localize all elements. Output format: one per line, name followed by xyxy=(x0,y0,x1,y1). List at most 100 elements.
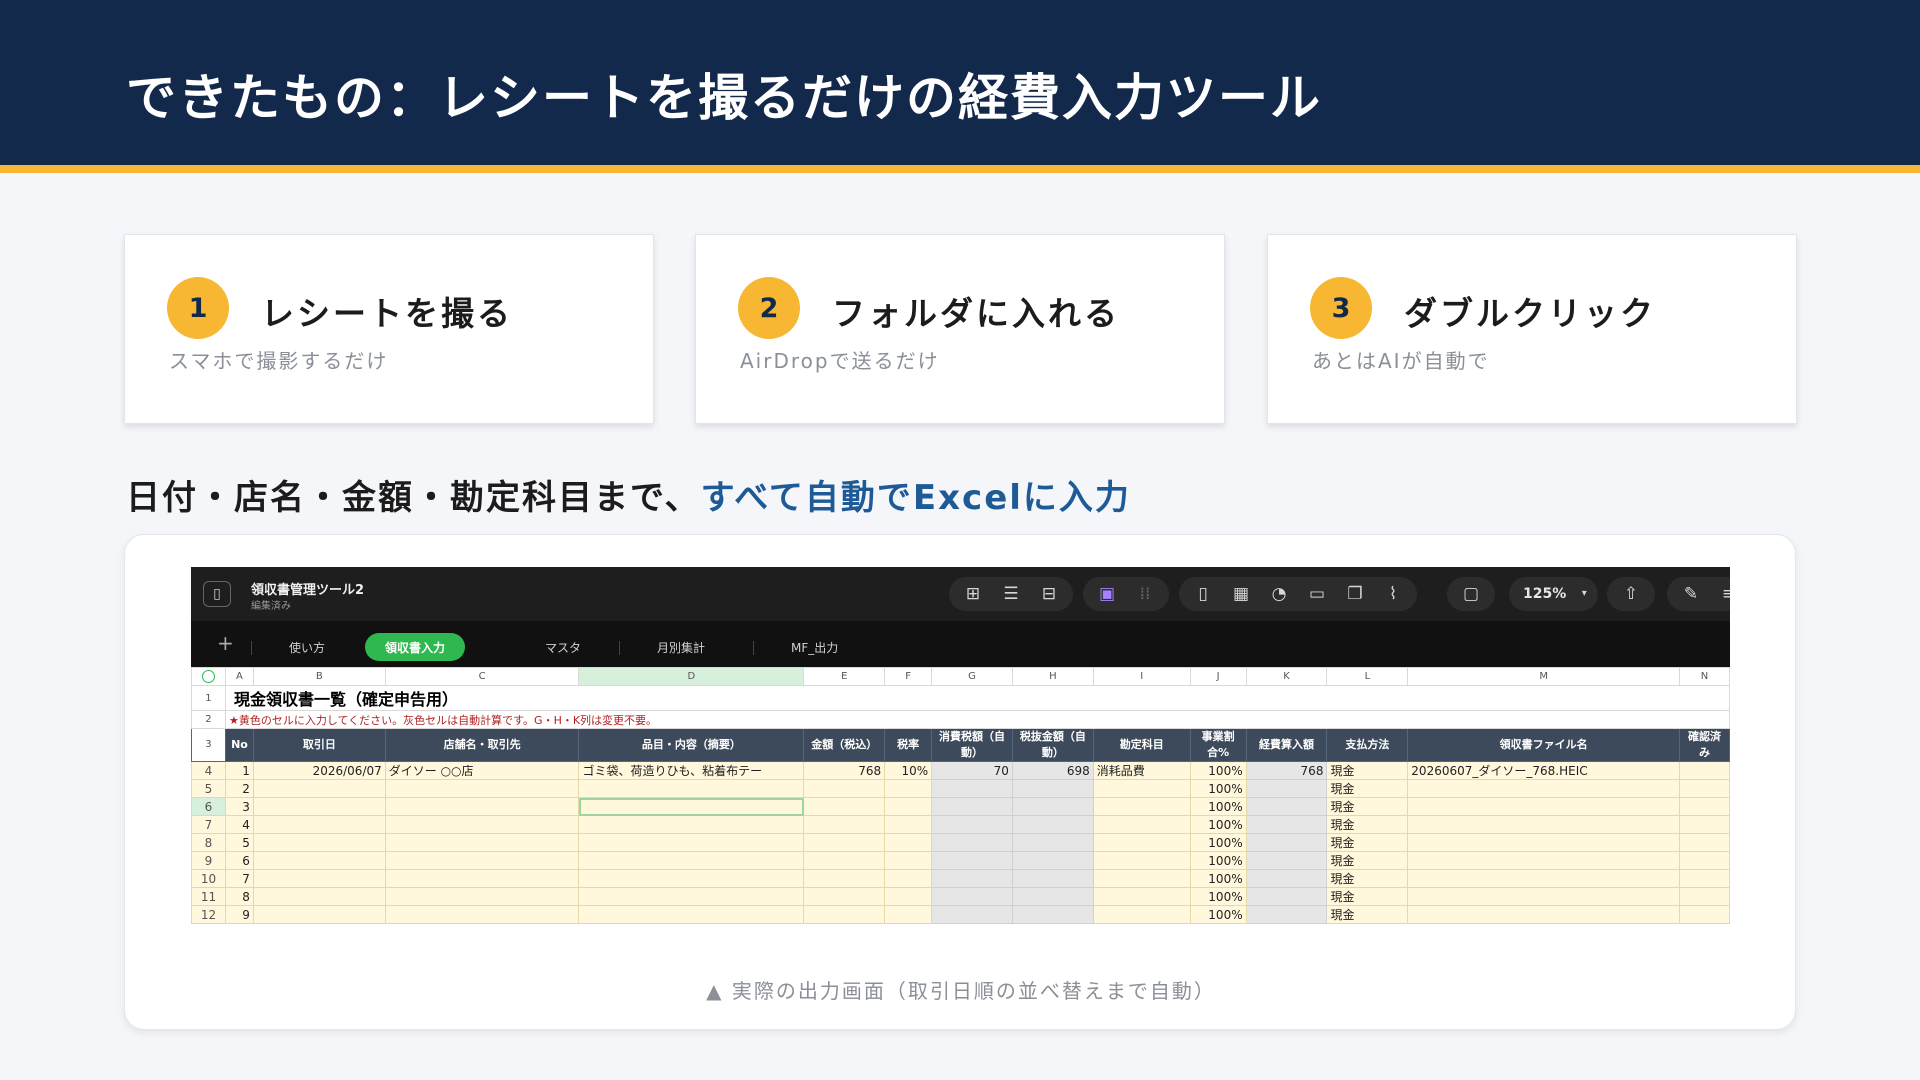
cell-payment[interactable]: 現金 xyxy=(1326,815,1409,834)
cell-no[interactable]: 1 xyxy=(224,761,254,780)
cell-amount[interactable] xyxy=(803,869,886,888)
cell-net[interactable]: 698 xyxy=(1011,761,1094,780)
cell-file[interactable] xyxy=(1407,833,1681,852)
cell-store[interactable] xyxy=(384,833,580,852)
column-header[interactable]: G xyxy=(931,667,1013,686)
column-header[interactable]: J xyxy=(1189,667,1247,686)
cell-account[interactable] xyxy=(1092,851,1191,870)
cell-tax-rate[interactable] xyxy=(884,869,933,888)
cell-ratio[interactable]: 100% xyxy=(1189,887,1247,906)
cell-expense[interactable] xyxy=(1245,887,1328,906)
cell-store[interactable]: ダイソー ○○店 xyxy=(384,761,580,780)
cell-date[interactable] xyxy=(252,815,386,834)
column-header[interactable]: N xyxy=(1679,667,1730,686)
cell-file[interactable] xyxy=(1407,851,1681,870)
cell-store[interactable] xyxy=(384,797,580,816)
cell-store[interactable] xyxy=(384,851,580,870)
cell-date[interactable] xyxy=(252,905,386,924)
column-header[interactable]: D xyxy=(578,667,805,686)
cell-tax-rate[interactable] xyxy=(884,815,933,834)
cell-expense[interactable] xyxy=(1245,779,1328,798)
header-account[interactable]: 勘定科目 xyxy=(1092,728,1191,762)
cell-expense[interactable] xyxy=(1245,869,1328,888)
cell-confirmed[interactable] xyxy=(1679,869,1730,888)
row-number[interactable]: 9 xyxy=(191,851,226,870)
cell-ratio[interactable]: 100% xyxy=(1189,815,1247,834)
cell-tax-rate[interactable] xyxy=(884,833,933,852)
header-confirmed[interactable]: 確認済み xyxy=(1679,728,1730,762)
cell-account[interactable]: 消耗品費 xyxy=(1092,761,1191,780)
share-icon[interactable]: ⇧ xyxy=(1615,580,1647,608)
cell-store[interactable] xyxy=(384,869,580,888)
column-header[interactable]: B xyxy=(252,667,386,686)
cell-confirmed[interactable] xyxy=(1679,905,1730,924)
row-number[interactable]: 8 xyxy=(191,833,226,852)
shapes-icon[interactable]: ❐ xyxy=(1339,580,1371,608)
row-number[interactable]: 5 xyxy=(191,779,226,798)
bottle-icon[interactable]: ▯ xyxy=(1187,580,1219,608)
cell-date[interactable] xyxy=(252,869,386,888)
cell-net[interactable] xyxy=(1011,815,1094,834)
menu-icon[interactable]: ≡ xyxy=(1713,580,1730,608)
cell-tax[interactable] xyxy=(931,815,1013,834)
row-number[interactable]: 6 xyxy=(191,797,226,816)
row-number[interactable]: 7 xyxy=(191,815,226,834)
cell-tax-rate[interactable] xyxy=(884,887,933,906)
row-number[interactable]: 4 xyxy=(191,761,226,780)
row-number[interactable]: 2 xyxy=(191,710,226,729)
column-header[interactable]: C xyxy=(384,667,580,686)
cell-no[interactable]: 2 xyxy=(224,779,254,798)
cell-file[interactable] xyxy=(1407,815,1681,834)
cell-ratio[interactable]: 100% xyxy=(1189,761,1247,780)
column-header[interactable]: K xyxy=(1245,667,1328,686)
cell-no[interactable]: 4 xyxy=(224,815,254,834)
cell-tax[interactable] xyxy=(931,833,1013,852)
cell-item[interactable] xyxy=(578,869,805,888)
chevron-down-icon[interactable]: ▾ xyxy=(1578,580,1590,608)
cell-item[interactable] xyxy=(578,887,805,906)
cell-item[interactable] xyxy=(578,851,805,870)
pin-icon[interactable]: ✎ xyxy=(1675,580,1707,608)
sidebar-toggle-icon[interactable]: ▯ xyxy=(203,581,231,607)
cell-payment[interactable]: 現金 xyxy=(1326,887,1409,906)
cell-confirmed[interactable] xyxy=(1679,815,1730,834)
cell-tax[interactable] xyxy=(931,869,1013,888)
cell-tax-rate[interactable] xyxy=(884,779,933,798)
column-header[interactable]: H xyxy=(1011,667,1094,686)
zoom-select[interactable]: 125% xyxy=(1517,586,1572,602)
cell-date[interactable] xyxy=(252,887,386,906)
cell-ratio[interactable]: 100% xyxy=(1189,851,1247,870)
cell-tax[interactable] xyxy=(931,779,1013,798)
header-store[interactable]: 店舗名・取引先 xyxy=(384,728,580,762)
add-sheet-icon[interactable]: + xyxy=(217,631,234,655)
tab-monthly[interactable]: 月別集計 xyxy=(637,633,725,661)
cell-account[interactable] xyxy=(1092,833,1191,852)
cell-item[interactable] xyxy=(578,905,805,924)
cell-net[interactable] xyxy=(1011,869,1094,888)
cell-confirmed[interactable] xyxy=(1679,797,1730,816)
cell-account[interactable] xyxy=(1092,779,1191,798)
cell-store[interactable] xyxy=(384,887,580,906)
row-number[interactable]: 3 xyxy=(191,728,226,762)
cell-no[interactable]: 5 xyxy=(224,833,254,852)
header-net[interactable]: 税抜金額（自動） xyxy=(1011,728,1094,762)
column-header[interactable]: E xyxy=(803,667,886,686)
cell-ratio[interactable]: 100% xyxy=(1189,833,1247,852)
cell-expense[interactable] xyxy=(1245,815,1328,834)
cell-date[interactable] xyxy=(252,779,386,798)
comment-icon[interactable]: ▢ xyxy=(1455,580,1487,608)
cell-payment[interactable]: 現金 xyxy=(1326,779,1409,798)
header-tax[interactable]: 消費税額（自動） xyxy=(931,728,1013,762)
cell-payment[interactable]: 現金 xyxy=(1326,905,1409,924)
cell-tax[interactable] xyxy=(931,905,1013,924)
row-number[interactable]: 11 xyxy=(191,887,226,906)
selected-cell[interactable] xyxy=(578,797,805,816)
cell-tax-rate[interactable] xyxy=(884,851,933,870)
cell-ratio[interactable]: 100% xyxy=(1189,797,1247,816)
tab-receipt-input[interactable]: 領収書入力 xyxy=(365,633,466,661)
header-ratio[interactable]: 事業割合% xyxy=(1189,728,1247,762)
cell-no[interactable]: 3 xyxy=(224,797,254,816)
cell-net[interactable] xyxy=(1011,905,1094,924)
cell-item[interactable] xyxy=(578,815,805,834)
cell-payment[interactable]: 現金 xyxy=(1326,833,1409,852)
